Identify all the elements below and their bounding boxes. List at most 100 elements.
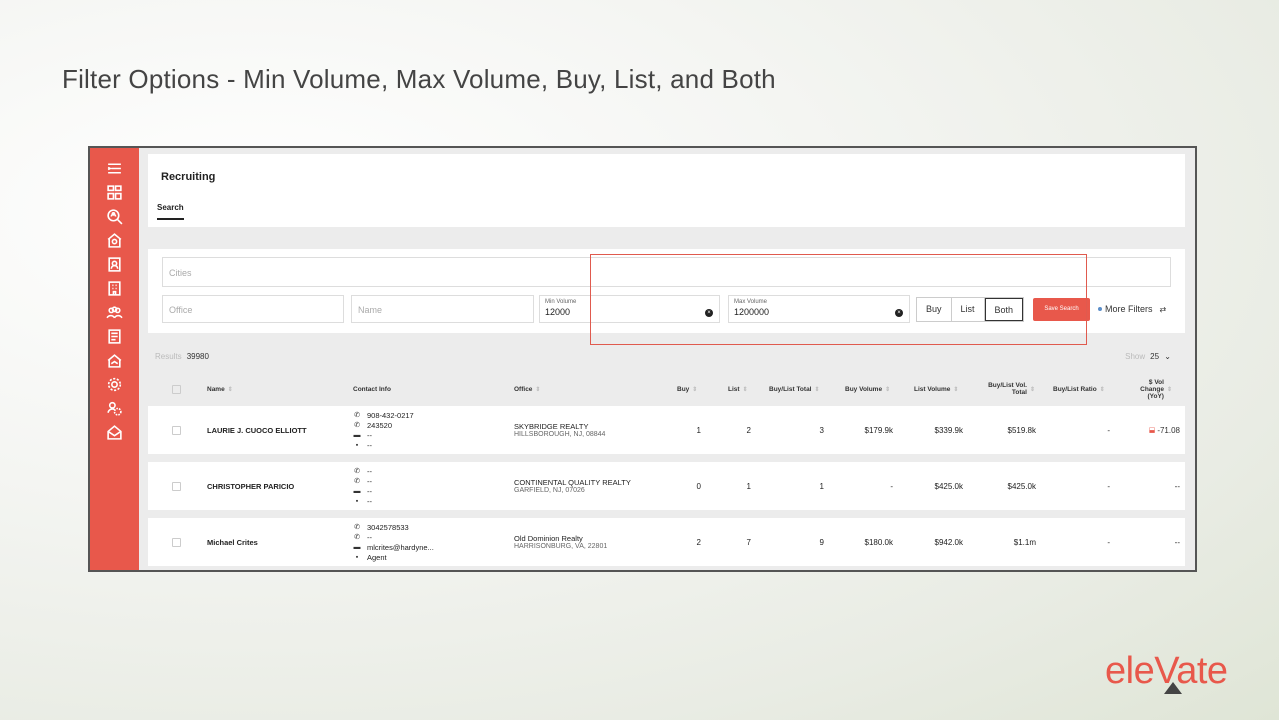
cities-input[interactable]: Cities (162, 257, 1171, 287)
table-row[interactable]: CHRISTOPHER PARICIO ✆ -- ✆ -- ▬ -- ▪ -- CONT… (148, 462, 1185, 510)
col-office[interactable]: Office ⇕ (514, 376, 540, 402)
row-checkbox[interactable] (172, 481, 181, 491)
more-filters-label: More Filters (1105, 304, 1153, 314)
office-info: SKYBRIDGE REALTY HILLSBOROUGH, NJ, 08844 (514, 406, 605, 454)
save-search-button[interactable]: Save Search (1033, 298, 1090, 321)
col-total[interactable]: Buy/List Total ⇕ (769, 376, 820, 402)
buy-volume: - (890, 481, 893, 491)
toggle-both[interactable]: Both (984, 298, 1024, 321)
page-size-select[interactable]: Show 25 ⌄ (1125, 352, 1171, 361)
show-value: 25 (1150, 352, 1160, 361)
email-icon: ▬ (353, 431, 361, 439)
clear-min-volume-icon[interactable]: × (705, 309, 713, 317)
list-count: 1 (746, 481, 751, 491)
sort-icon: ⇕ (1029, 386, 1035, 393)
mail-icon[interactable] (105, 422, 125, 442)
clear-max-volume-icon[interactable]: × (895, 309, 903, 317)
office-name: Old Dominion Realty (514, 534, 583, 543)
vol-total: $519.8k (1007, 425, 1036, 435)
document-icon[interactable] (105, 326, 125, 346)
buy-count: 1 (696, 425, 701, 435)
logo-triangle-icon (1164, 682, 1182, 694)
list-count: 2 (746, 425, 751, 435)
building-icon[interactable] (105, 278, 125, 298)
col-name[interactable]: Name ⇕ (207, 376, 233, 402)
results-label: Results (155, 352, 182, 361)
col-list-volume[interactable]: List Volume ⇕ (914, 376, 958, 402)
col-list[interactable]: List ⇕ (728, 376, 748, 402)
elevate-logo: eleVate (1105, 650, 1228, 694)
toggle-buy[interactable]: Buy (917, 298, 952, 321)
chevron-down-icon: ⌄ (1164, 352, 1171, 361)
max-volume-value: 1200000 (734, 307, 770, 317)
min-volume-field[interactable]: Min Volume 12000 × (539, 295, 720, 323)
col-buy[interactable]: Buy ⇕ (677, 376, 697, 402)
col-buy-volume[interactable]: Buy Volume ⇕ (845, 376, 890, 402)
tab-search[interactable]: Search (157, 203, 184, 220)
results-count: Results 39980 (155, 352, 209, 361)
ratio: - (1107, 537, 1110, 547)
buy-volume: $179.9k (864, 425, 893, 435)
phone-icon: ✆ (354, 412, 360, 419)
list-volume: $942.0k (934, 537, 963, 547)
table-row[interactable]: Michael Crites ✆ 3042578533 ✆ -- ▬ mlcrites… (148, 518, 1185, 566)
sort-icon: ⇕ (953, 386, 959, 393)
list-volume: $425.0k (934, 481, 963, 491)
list-volume: $339.9k (934, 425, 963, 435)
team-icon[interactable] (105, 302, 125, 322)
col-vol-change[interactable]: $ Vol Change (YoY) ⇕ (1124, 376, 1172, 402)
office-info: CONTINENTAL QUALITY REALTY GARFIELD, NJ,… (514, 462, 631, 510)
table-header: Name ⇕ Contact Info Office ⇕ Buy ⇕ List ⇕ Bu… (148, 376, 1185, 402)
office-phone-icon: ✆ (354, 422, 360, 429)
row-checkbox[interactable] (172, 537, 181, 547)
dashboard-icon[interactable] (105, 182, 125, 202)
agent-name[interactable]: LAURIE J. CUOCO ELLIOTT (207, 406, 307, 454)
office-name: CONTINENTAL QUALITY REALTY (514, 478, 631, 487)
filter-sliders-icon: ⇄ (1159, 304, 1167, 314)
contact-info: ✆ -- ✆ -- ▬ -- ▪ -- (353, 466, 373, 506)
phone-icon: ✆ (354, 468, 360, 475)
page-title: Recruiting (161, 171, 216, 183)
settings-icon[interactable] (105, 374, 125, 394)
sidebar (90, 148, 139, 570)
vol-total: $425.0k (1007, 481, 1036, 491)
office-address: HILLSBOROUGH, NJ, 08844 (514, 431, 606, 438)
list-count: 7 (746, 537, 751, 547)
app-screenshot-frame: Recruiting Search Cities Office Name Min… (88, 146, 1197, 572)
office-address: HARRISONBURG, VA, 22801 (514, 543, 608, 550)
email-icon: ▬ (353, 487, 361, 495)
table-row[interactable]: LAURIE J. CUOCO ELLIOTT ✆ 908-432-0217 ✆ 2… (148, 406, 1185, 454)
max-volume-field[interactable]: Max Volume 1200000 × (728, 295, 910, 323)
col-contact: Contact Info (353, 385, 391, 393)
agent-name[interactable]: CHRISTOPHER PARICIO (207, 462, 294, 510)
sort-icon: ⇕ (814, 386, 820, 393)
slide-title: Filter Options - Min Volume, Max Volume,… (62, 64, 776, 94)
ratio: - (1107, 425, 1110, 435)
col-vol-total[interactable]: Buy/List Vol. Total ⇕ (985, 376, 1035, 402)
badge-icon: ▪ (355, 497, 359, 505)
search-people-icon[interactable] (105, 206, 125, 226)
sort-icon: ⇕ (1166, 386, 1172, 393)
people-settings-icon[interactable] (105, 398, 125, 418)
row-checkbox[interactable] (172, 425, 181, 435)
vol-total: $1.1m (1013, 537, 1036, 547)
more-filters-button[interactable]: More Filters ⇄ (1098, 304, 1166, 314)
sort-icon: ⇕ (692, 386, 698, 393)
house-icon[interactable] (105, 350, 125, 370)
contact-card-icon[interactable] (105, 254, 125, 274)
sort-icon: ⇕ (885, 386, 891, 393)
office-input[interactable]: Office (162, 295, 344, 323)
menu-icon[interactable] (105, 158, 125, 178)
col-ratio[interactable]: Buy/List Ratio ⇕ (1053, 376, 1105, 402)
toggle-list[interactable]: List (951, 298, 985, 321)
total-count: 9 (819, 537, 824, 547)
office-search-icon[interactable] (105, 230, 125, 250)
agent-name[interactable]: Michael Crites (207, 518, 258, 566)
name-input[interactable]: Name (351, 295, 534, 323)
vol-change: -- (1174, 537, 1180, 547)
select-all-checkbox[interactable] (172, 384, 181, 394)
office-name: SKYBRIDGE REALTY (514, 422, 589, 431)
office-phone-icon: ✆ (354, 478, 360, 485)
buy-list-toggle: Buy List Both (916, 297, 1025, 322)
sort-icon: ⇕ (1099, 386, 1105, 393)
